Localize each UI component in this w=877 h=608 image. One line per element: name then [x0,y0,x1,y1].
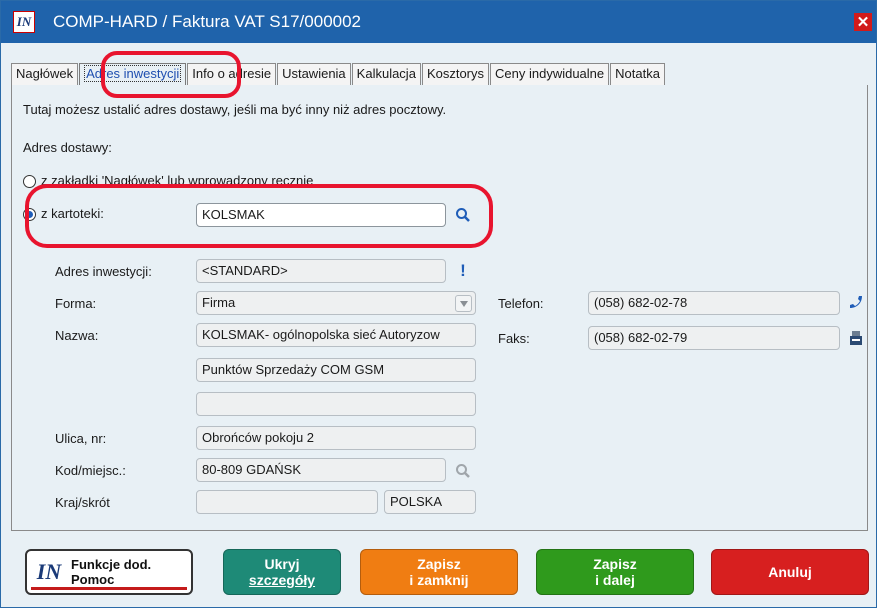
phone-label: Telefon: [498,296,544,311]
tab-ustawienia[interactable]: Ustawienia [277,63,351,85]
tab-kalkulacja[interactable]: Kalkulacja [351,63,421,85]
app-logo: IN [13,11,35,33]
name-label: Nazwa: [55,328,99,343]
save-next-button[interactable]: Zapisz i dalej [536,549,694,595]
phone-input[interactable]: (058) 682-02-78 [588,291,840,315]
help-functions-line1: Funkcje dod. [71,557,152,572]
postal-search-icon[interactable] [453,461,473,481]
investment-input[interactable]: <STANDARD> [196,259,446,283]
help-functions-line2: Pomoc [71,572,115,587]
invoice-window: IN COMP-HARD / Faktura VAT S17/000002 ✕ … [0,0,877,608]
fax-input[interactable]: (058) 682-02-79 [588,326,840,350]
postal-label: Kod/miejsc.: [55,463,126,478]
radio-from-header[interactable] [23,175,36,188]
fax-icon[interactable] [847,329,865,347]
cancel-label: Anuluj [768,564,812,580]
tab-ceny-indywidualne[interactable]: Ceny indywidualne [490,63,610,85]
help-redline [31,587,187,590]
save-next-line2: i dalej [595,572,635,588]
radio-from-card[interactable] [23,208,36,221]
hide-details-line1: Ukryj [264,556,300,572]
app-logo-icon: IN [36,559,62,584]
radio-from-card-label[interactable]: z kartoteki: [41,206,104,221]
cancel-button[interactable]: Anuluj [711,549,869,595]
fax-label: Faks: [498,331,530,346]
card-input[interactable]: KOLSMAK [196,203,446,227]
name-line1-input[interactable]: KOLSMAK- ogólnopolska sieć Autoryzow [196,323,476,347]
search-icon[interactable] [453,205,473,225]
hide-details-button[interactable]: Ukryj szczegóły [223,549,341,595]
title-bar: IN COMP-HARD / Faktura VAT S17/000002 ✕ [1,1,876,43]
save-close-button[interactable]: Zapisz i zamknij [360,549,518,595]
form-select[interactable]: Firma [196,291,476,315]
form-label: Forma: [55,296,97,311]
country-short-input[interactable] [196,490,378,514]
postal-input[interactable]: 80-809 GDAŃSK [196,458,446,482]
tab-naglowek[interactable]: Nagłówek [11,63,79,85]
window-title: COMP-HARD / Faktura VAT S17/000002 [53,12,362,31]
radio-from-header-label[interactable]: z zakładki 'Nagłówek' lub wprowadzony rę… [41,173,313,188]
tab-kosztorys[interactable]: Kosztorys [421,63,490,85]
close-icon[interactable]: ✕ [854,13,872,31]
exclamation-icon: ! [460,261,466,280]
help-functions-button[interactable]: IN Funkcje dod. Pomoc [25,549,193,595]
tab-info-o-adresie[interactable]: Info o adresie [187,63,277,85]
hide-details-line2: szczegóły [248,572,316,588]
form-select-value: Firma [202,295,236,310]
street-label: Ulica, nr: [55,431,107,446]
tab-adres-inwestycji[interactable]: Adres inwestycji [79,63,187,85]
name-line3-input[interactable] [196,392,476,416]
phone-icon[interactable] [847,293,865,311]
delivery-label: Adres dostawy: [23,140,112,155]
info-text: Tutaj możesz ustalić adres dostawy, jeśl… [23,102,447,117]
name-line2-input[interactable]: Punktów Sprzedaży COM GSM [196,358,476,382]
save-close-line2: i zamknij [409,572,469,588]
country-input[interactable]: POLSKA [384,490,476,514]
investment-label: Adres inwestycji: [55,264,152,279]
chevron-down-icon[interactable] [455,295,472,312]
tab-strip: Nagłówek Adres inwestycji Info o adresie… [11,63,666,85]
country-label: Kraj/skrót [55,495,110,510]
save-next-line1: Zapisz [593,556,637,572]
street-input[interactable]: Obrońców pokoju 2 [196,426,476,450]
save-close-line1: Zapisz [417,556,461,572]
tab-notatka[interactable]: Notatka [610,63,665,85]
